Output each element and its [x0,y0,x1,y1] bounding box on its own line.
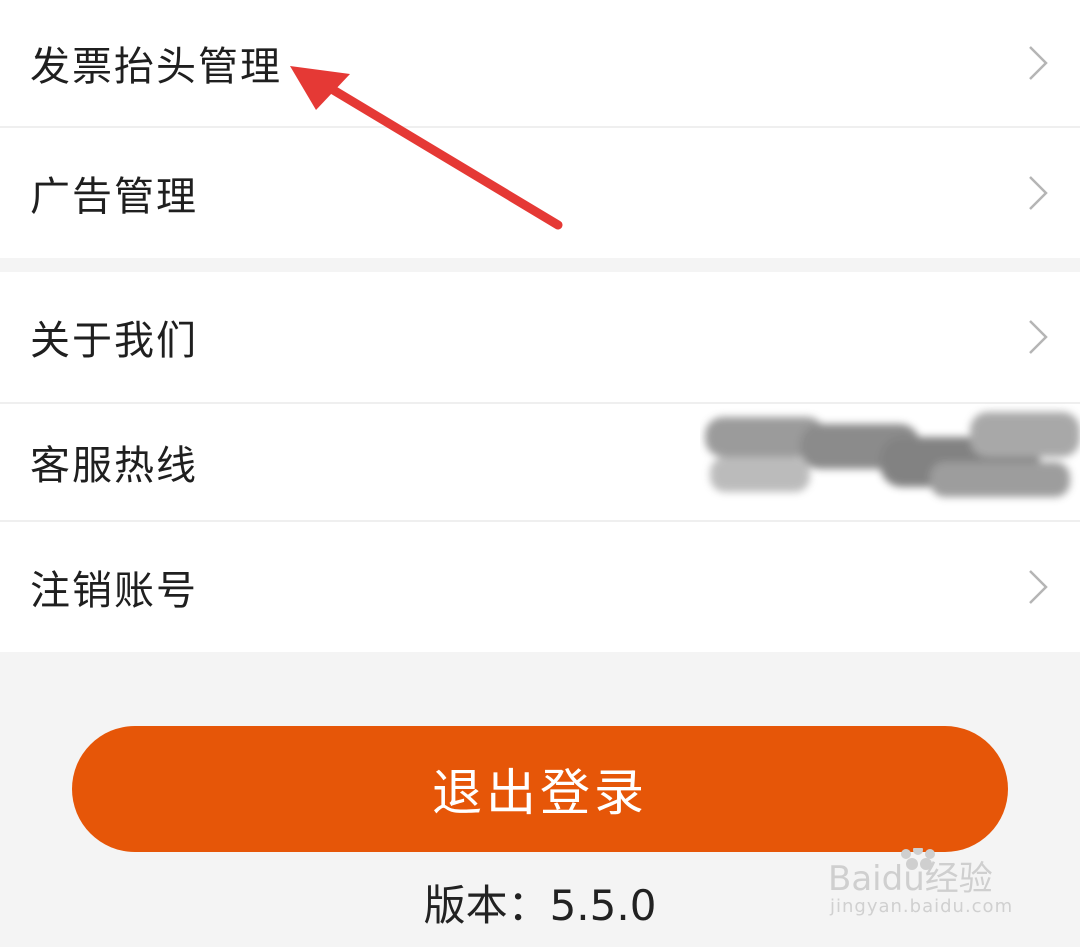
watermark-url: jingyan.baidu.com [830,896,1014,917]
chevron-right-icon [1029,570,1048,604]
about-us-label: 关于我们 [30,318,198,364]
chevron-right-icon [1029,176,1048,210]
chevron-right-icon [1029,46,1048,80]
about-us-item[interactable]: 关于我们 [0,272,1080,402]
invoice-title-management-label: 发票抬头管理 [30,44,282,90]
svg-text:Baidu经验: Baidu经验 [828,859,993,898]
chevron-right-icon [1029,320,1048,354]
annotation-arrow [290,66,563,230]
deactivate-account-item[interactable]: 注销账号 [0,522,1080,652]
deactivate-account-label: 注销账号 [30,568,198,614]
customer-hotline-label: 客服热线 [30,443,198,489]
redacted-phone-number [705,412,1080,497]
baidu-jingyan-logo: Baidu经验 [828,848,993,898]
ad-management-label: 广告管理 [30,174,198,220]
baidu-watermark: Baidu经验 jingyan.baidu.com [828,830,1048,930]
